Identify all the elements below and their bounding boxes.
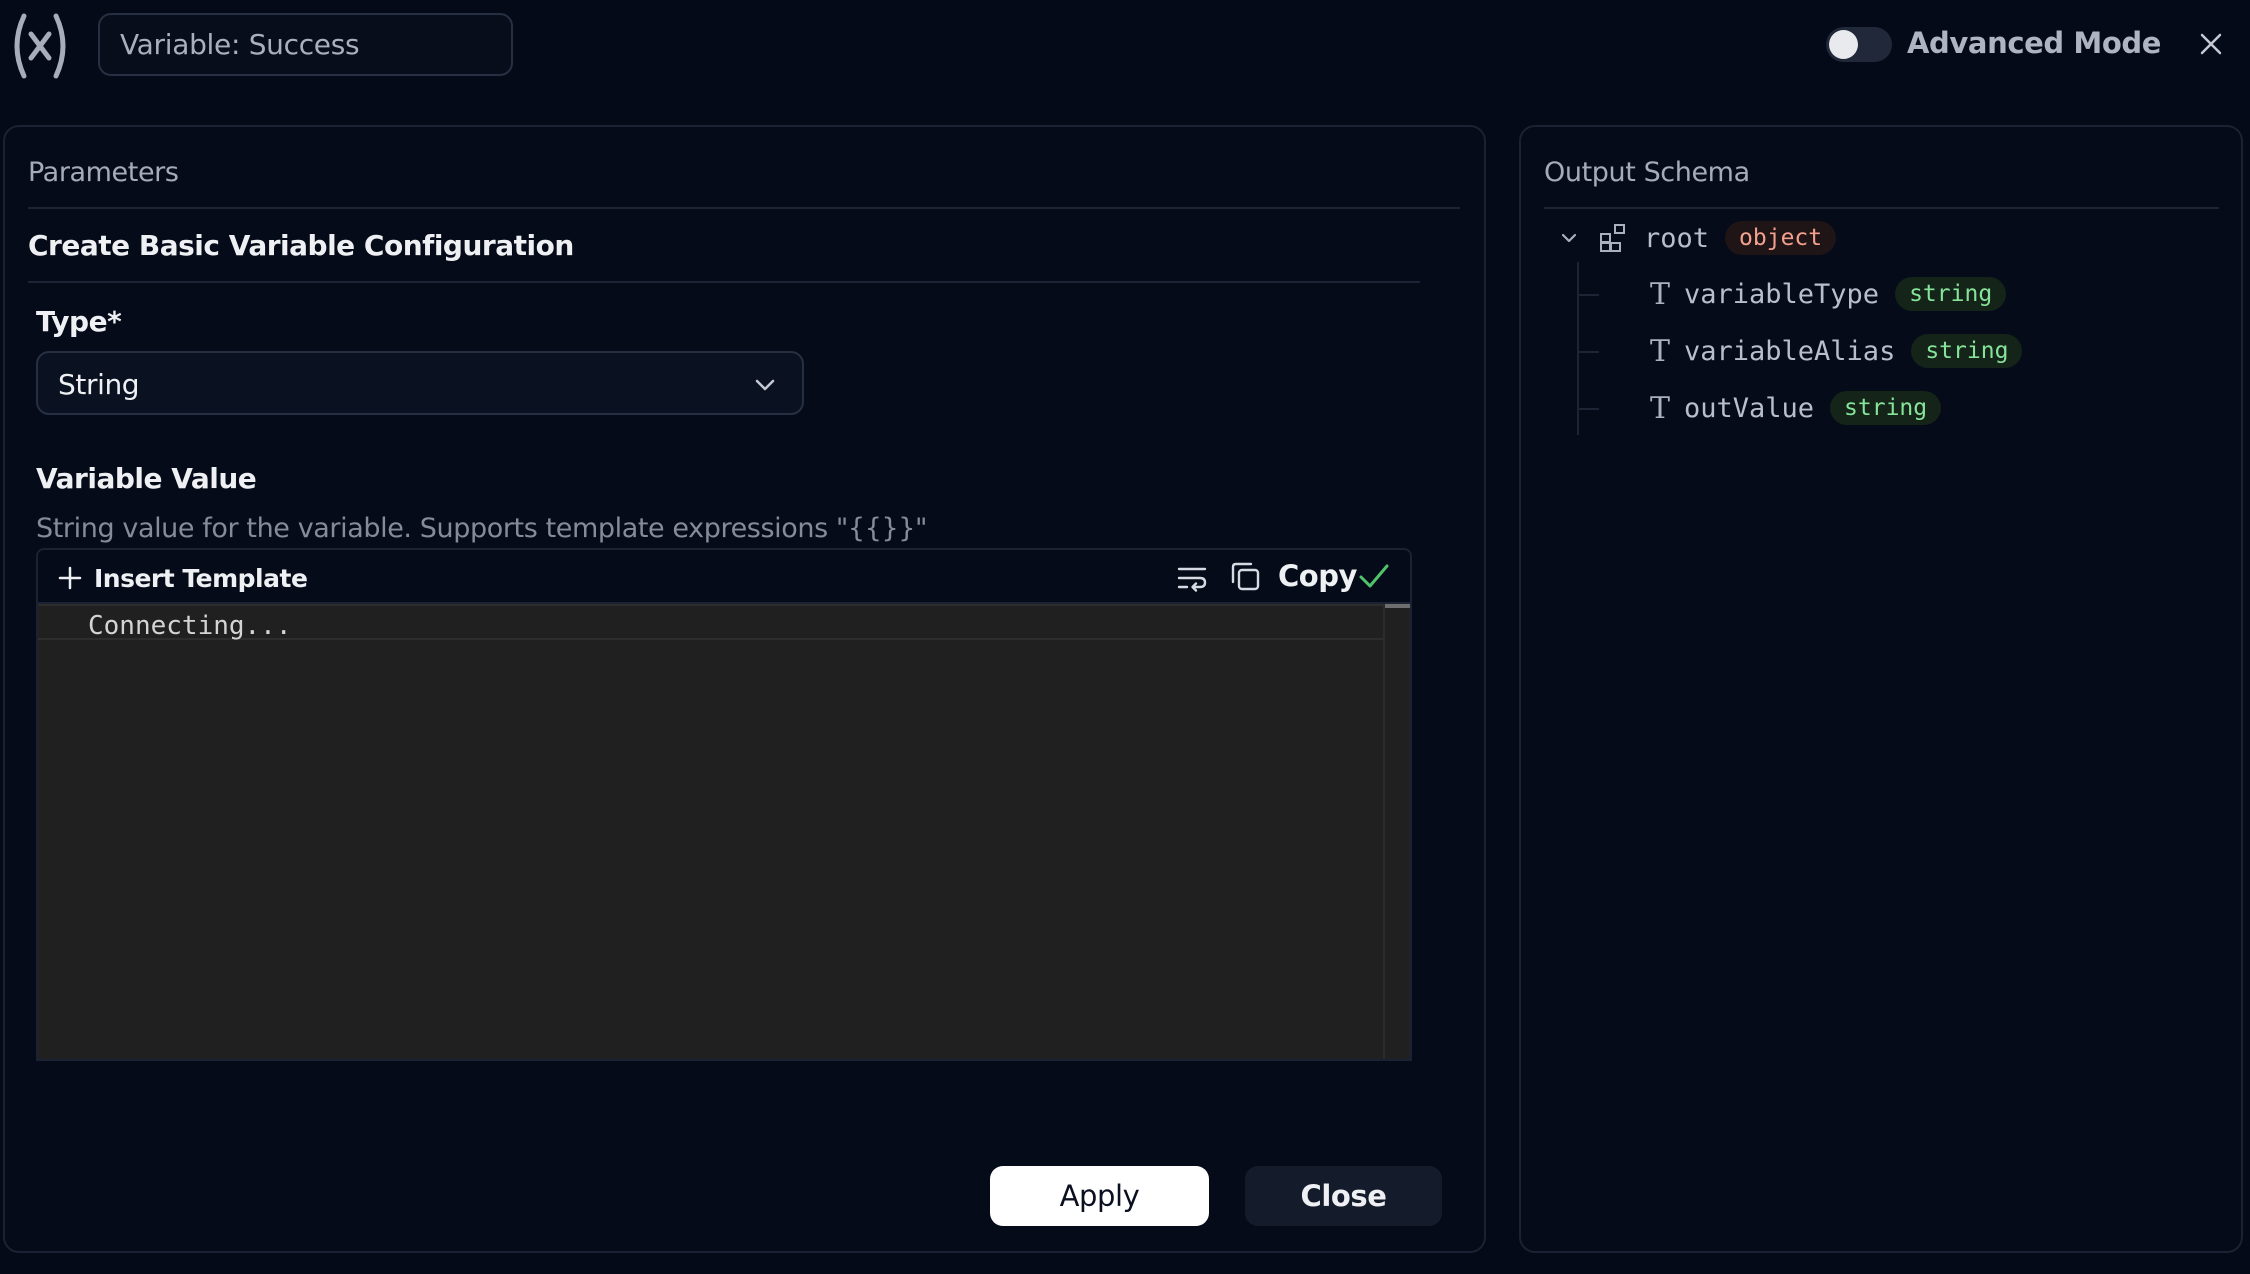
text-type-icon: T (1650, 276, 1671, 312)
copy-icon[interactable] (1228, 559, 1262, 593)
variable-value-description: String value for the variable. Supports … (36, 513, 928, 544)
editor-scrollbar[interactable] (1383, 604, 1410, 1059)
insert-template-button[interactable]: Insert Template (58, 562, 308, 594)
advanced-mode-label: Advanced Mode (1907, 26, 2162, 60)
output-schema-heading: Output Schema (1544, 157, 1750, 188)
toggle-knob (1829, 30, 1858, 59)
variable-value-editor[interactable]: Insert Template Copy Connecting... (36, 548, 1412, 1061)
schema-field-row[interactable]: T variableType string (1650, 274, 2007, 314)
schema-type-badge: object (1725, 221, 1837, 255)
schema-type-badge: string (1895, 277, 2007, 311)
object-icon (1600, 224, 1625, 252)
schema-type-badge: string (1830, 391, 1942, 425)
copy-button[interactable]: Copy (1278, 559, 1357, 593)
editor-active-line: Connecting... (38, 604, 1385, 641)
schema-field-name: outValue (1684, 392, 1815, 424)
divider (28, 281, 1420, 283)
editor-toolbar: Insert Template Copy (38, 550, 1410, 604)
type-select[interactable]: String (36, 351, 804, 415)
schema-field-row[interactable]: T outValue string (1650, 388, 1942, 428)
section-title: Create Basic Variable Configuration (28, 229, 574, 262)
schema-type-badge: string (1911, 334, 2023, 368)
advanced-mode-toggle[interactable] (1826, 27, 1892, 62)
tree-branch (1577, 408, 1599, 410)
text-type-icon: T (1650, 390, 1671, 426)
plus-icon (58, 566, 82, 590)
text-type-icon: T (1650, 333, 1671, 369)
chevron-down-icon (755, 379, 775, 391)
tree-branch (1577, 351, 1599, 353)
type-label: Type* (36, 305, 122, 338)
type-select-value: String (58, 368, 140, 401)
schema-field-name: variableAlias (1684, 335, 1896, 367)
variable-value-label: Variable Value (36, 462, 257, 495)
chevron-down-icon[interactable] (1560, 229, 1578, 247)
node-title-input[interactable]: Variable: Success (98, 13, 513, 76)
variable-icon (14, 13, 66, 79)
check-icon (1359, 564, 1389, 588)
close-button[interactable]: Close (1245, 1166, 1442, 1226)
divider (1544, 207, 2219, 209)
schema-field-name: root (1644, 222, 1710, 254)
schema-field-name: variableType (1684, 278, 1880, 310)
divider (28, 207, 1460, 209)
close-icon[interactable] (2196, 29, 2226, 59)
schema-root-row[interactable]: root object (1560, 218, 1837, 258)
insert-template-label: Insert Template (94, 563, 308, 593)
editor-content[interactable]: Connecting... (88, 611, 292, 641)
word-wrap-icon[interactable] (1176, 562, 1208, 594)
tree-branch (1577, 294, 1599, 296)
editor-body[interactable]: Connecting... (38, 604, 1410, 1059)
parameters-heading: Parameters (28, 157, 179, 188)
apply-button[interactable]: Apply (990, 1166, 1209, 1226)
schema-field-row[interactable]: T variableAlias string (1650, 331, 2023, 371)
editor-scroll-thumb[interactable] (1385, 604, 1410, 608)
